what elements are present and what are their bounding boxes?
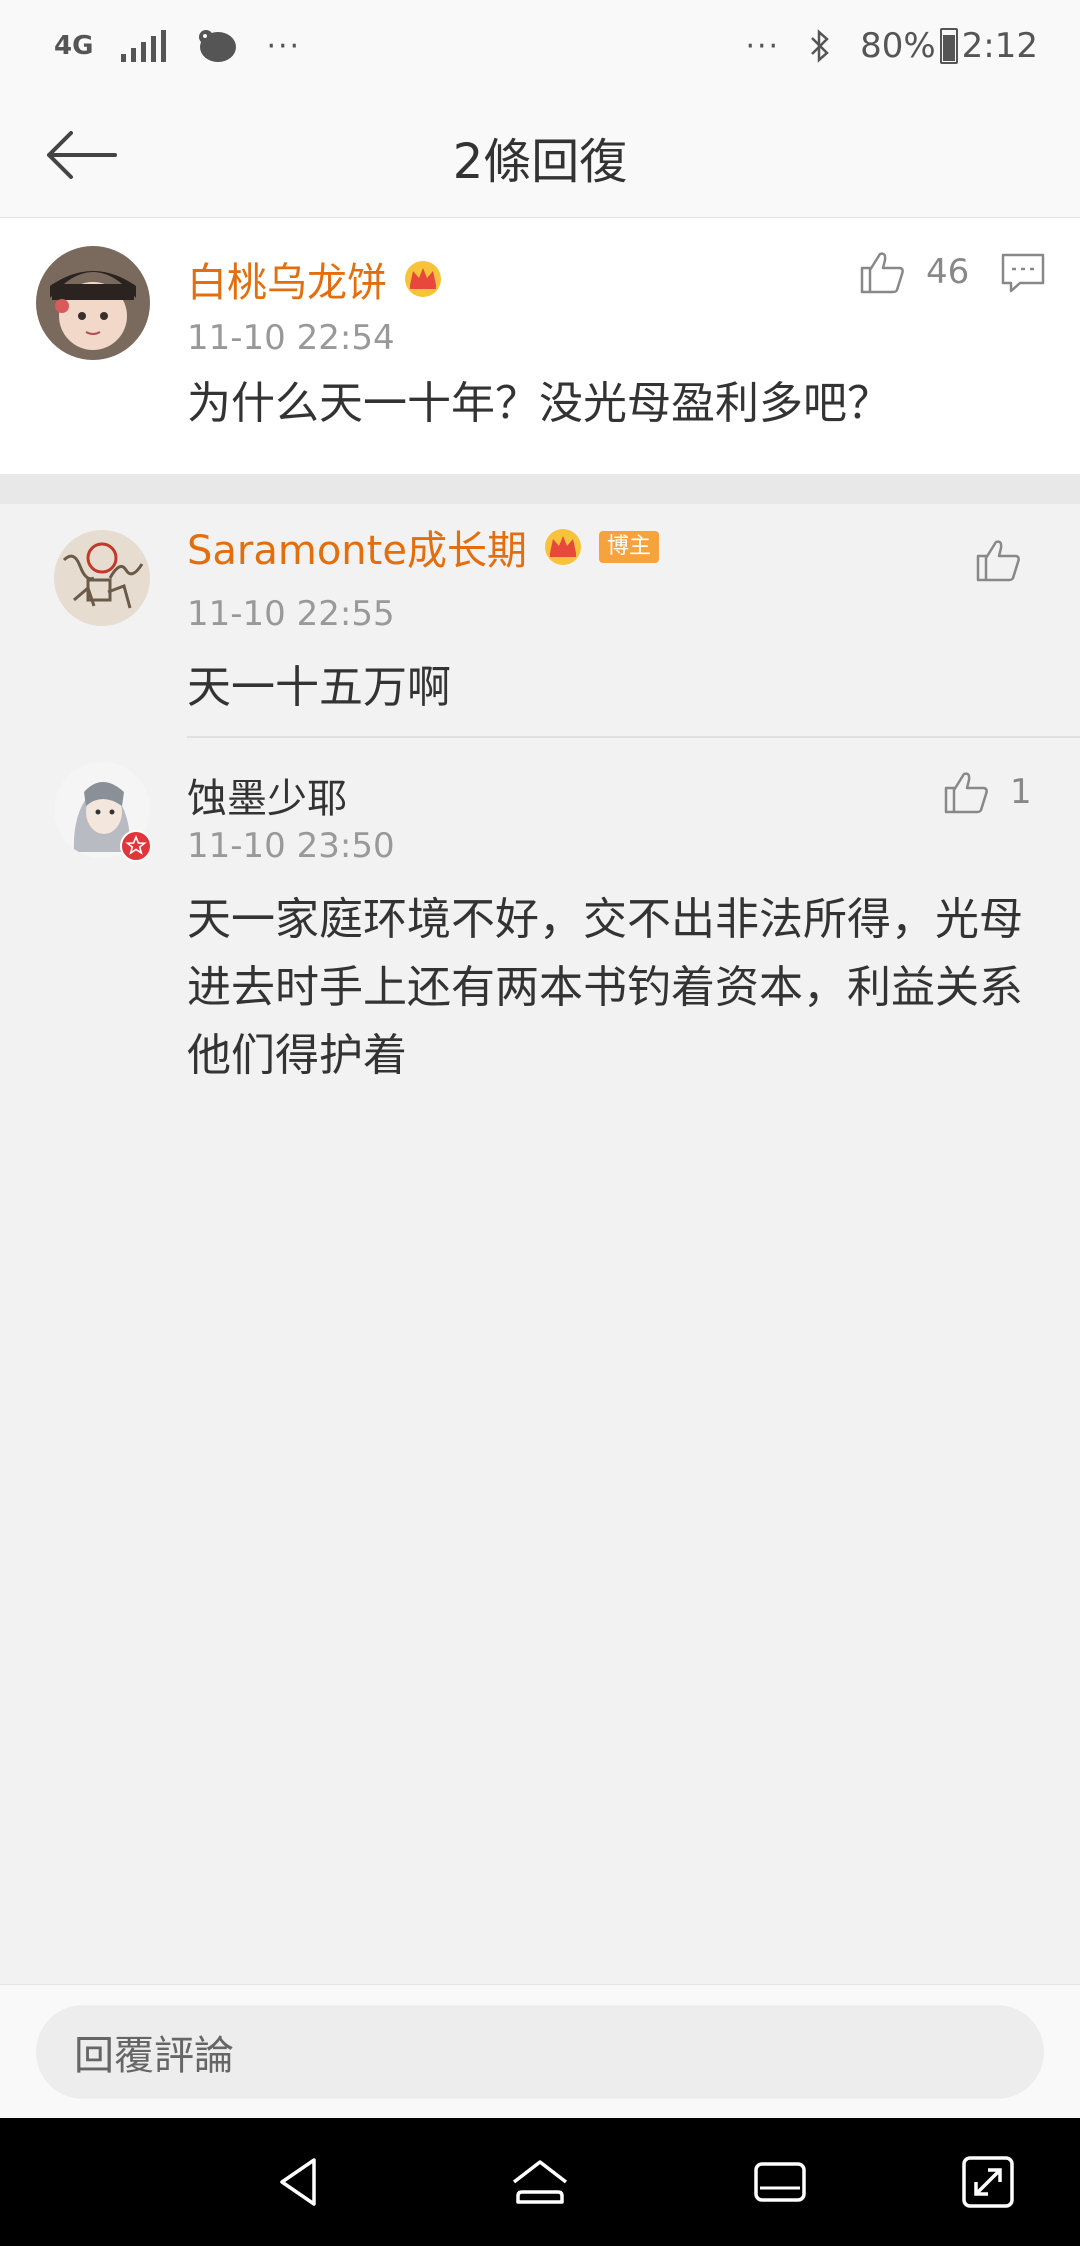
signal-icon bbox=[121, 30, 167, 62]
avatar[interactable] bbox=[36, 246, 150, 360]
avatar-image bbox=[54, 530, 150, 626]
reply-list: Saramonte成长期 博主 11-10 22:55 天一十五万啊 蚀墨少耶 … bbox=[0, 504, 1080, 1984]
status-right: ··· 80% 2:12 bbox=[745, 26, 1038, 66]
network-type: 4G bbox=[54, 31, 94, 61]
battery-percent: 80% bbox=[860, 26, 936, 66]
system-navigation-bar bbox=[0, 2118, 1080, 2246]
nav-back-button[interactable] bbox=[270, 2152, 330, 2212]
clock: 2:12 bbox=[961, 26, 1038, 66]
nav-back-icon bbox=[280, 2158, 316, 2206]
username-row: 蚀墨少耶 bbox=[187, 766, 347, 824]
top-nav-bar: 2條回復 bbox=[0, 92, 1080, 218]
like-count: 46 bbox=[926, 252, 970, 292]
username[interactable]: Saramonte成长期 bbox=[187, 518, 527, 576]
username[interactable]: 白桃乌龙饼 bbox=[187, 250, 387, 308]
nav-recents-button[interactable] bbox=[750, 2152, 810, 2212]
more-status: ··· bbox=[745, 28, 781, 64]
nav-recents-icon bbox=[754, 2162, 806, 2202]
more-notifications: ··· bbox=[266, 28, 302, 64]
divider bbox=[187, 736, 1080, 738]
timestamp: 11-10 22:54 bbox=[187, 318, 395, 358]
author-badge: 博主 bbox=[598, 531, 659, 563]
username-row: 白桃乌龙饼 bbox=[187, 250, 445, 308]
crown-icon bbox=[544, 529, 581, 565]
timestamp: 11-10 22:55 bbox=[187, 594, 395, 634]
comment-icon[interactable] bbox=[1000, 252, 1046, 294]
crown-icon bbox=[405, 261, 441, 297]
battery-status: 80% 2:12 bbox=[860, 26, 1038, 66]
like-count: 1 bbox=[1010, 772, 1032, 812]
nav-home-icon bbox=[512, 2160, 568, 2204]
reply-input-bar: 回覆評論 bbox=[0, 1984, 1080, 2118]
status-left: 4G ··· bbox=[54, 27, 301, 65]
status-bar: 4G ··· ··· 80% 2:12 bbox=[0, 0, 1080, 92]
like-icon bbox=[944, 772, 988, 814]
nav-home-button[interactable] bbox=[510, 2152, 570, 2212]
notification-app-icon bbox=[199, 30, 237, 62]
like-button[interactable]: 1 bbox=[942, 768, 1032, 816]
reply-input-placeholder: 回覆評論 bbox=[74, 2033, 234, 2079]
root-comment: 白桃乌龙饼 11-10 22:54 为什么天一十年？没光母盈利多吧？ 46 bbox=[0, 218, 1080, 474]
like-icon bbox=[860, 252, 904, 294]
bluetooth-icon bbox=[811, 29, 829, 63]
avatar[interactable] bbox=[54, 530, 150, 626]
battery-icon bbox=[939, 28, 958, 64]
nav-expand-button[interactable] bbox=[958, 2152, 1018, 2212]
nav-expand-icon bbox=[962, 2156, 1014, 2208]
username[interactable]: 蚀墨少耶 bbox=[187, 766, 347, 824]
like-icon bbox=[976, 540, 1020, 582]
reply-input[interactable]: 回覆評論 bbox=[36, 2005, 1044, 2099]
username-row: Saramonte成长期 博主 bbox=[187, 518, 659, 576]
section-separator bbox=[0, 474, 1080, 504]
timestamp: 11-10 23:50 bbox=[187, 826, 395, 866]
like-button[interactable] bbox=[974, 536, 1042, 584]
comment-text: 为什么天一十年？没光母盈利多吧？ bbox=[187, 378, 891, 429]
page-title: 2條回復 bbox=[452, 134, 628, 190]
like-button[interactable]: 46 bbox=[858, 248, 969, 296]
comment-text: 天一十五万啊 bbox=[187, 662, 451, 713]
avatar-image bbox=[36, 246, 150, 360]
comment-text: 天一家庭环境不好，交不出非法所得，光母进去时手上还有两本书钓着资本，利益关系他们… bbox=[187, 894, 1023, 1081]
verified-badge-icon bbox=[120, 830, 152, 862]
